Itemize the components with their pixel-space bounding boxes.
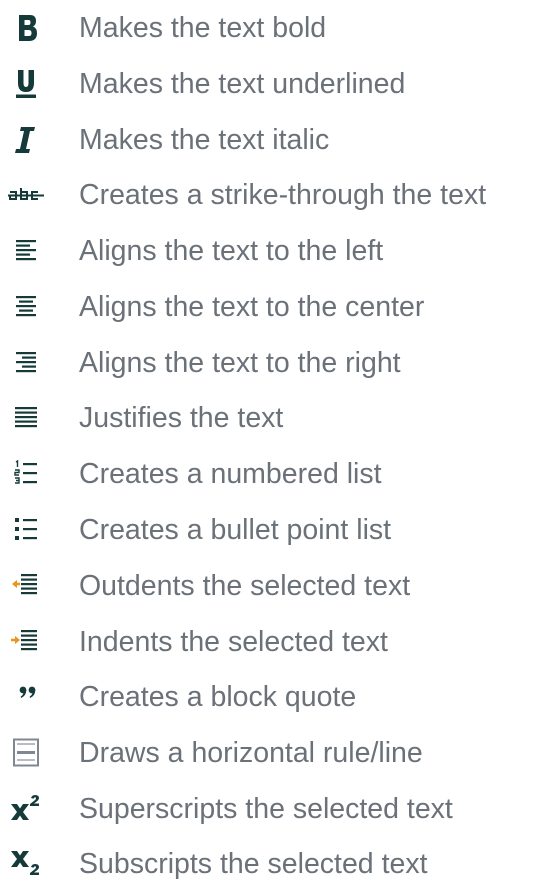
legend-row-outdent: Outdents the selected text bbox=[0, 564, 539, 608]
strikethrough-icon bbox=[8, 178, 44, 212]
legend-row-align-right: Aligns the text to the right bbox=[0, 341, 539, 385]
outdent-icon bbox=[8, 569, 44, 603]
legend-row-underline: Makes the text underlined bbox=[0, 62, 539, 106]
legend-row-horizontal-rule: Draws a horizontal rule/line bbox=[0, 731, 539, 775]
legend-label: Justifies the text bbox=[79, 402, 284, 434]
legend-row-bold: Makes the text bold bbox=[0, 6, 539, 50]
legend-label: Aligns the text to the center bbox=[79, 291, 425, 323]
bullet-list-icon bbox=[8, 513, 44, 547]
legend-row-justify: Justifies the text bbox=[0, 396, 539, 440]
underline-icon bbox=[8, 67, 44, 101]
align-left-icon bbox=[8, 234, 44, 268]
legend-row-superscript: Superscripts the selected text bbox=[0, 787, 539, 831]
legend-label: Creates a strike-through the text bbox=[79, 179, 487, 211]
legend-label: Superscripts the selected text bbox=[79, 793, 453, 825]
blockquote-icon bbox=[8, 680, 44, 714]
legend-label: Indents the selected text bbox=[79, 626, 388, 658]
legend-row-bullet-list: Creates a bullet point list bbox=[0, 508, 539, 552]
legend-label: Subscripts the selected text bbox=[79, 848, 428, 880]
legend-row-indent: Indents the selected text bbox=[0, 620, 539, 664]
legend-row-blockquote: Creates a block quote bbox=[0, 675, 539, 719]
italic-icon bbox=[8, 123, 44, 157]
legend-label: Makes the text underlined bbox=[79, 68, 406, 100]
legend-row-align-left: Aligns the text to the left bbox=[0, 229, 539, 273]
legend-label: Makes the text bold bbox=[79, 12, 327, 44]
indent-icon bbox=[8, 625, 44, 659]
justify-icon bbox=[8, 401, 44, 435]
legend-label: Creates a block quote bbox=[79, 681, 357, 713]
legend-row-strikethrough: Creates a strike-through the text bbox=[0, 173, 539, 217]
legend-label: Makes the text italic bbox=[79, 124, 330, 156]
horizontal-rule-icon bbox=[8, 736, 44, 770]
numbered-list-icon bbox=[8, 457, 44, 491]
legend-label: Creates a bullet point list bbox=[79, 514, 392, 546]
legend-row-align-center: Aligns the text to the center bbox=[0, 285, 539, 329]
legend-label: Aligns the text to the right bbox=[79, 347, 401, 379]
legend-row-subscript: Subscripts the selected text bbox=[0, 842, 539, 886]
subscript-icon bbox=[8, 847, 44, 881]
align-center-icon bbox=[8, 290, 44, 324]
legend-row-numbered-list: Creates a numbered list bbox=[0, 452, 539, 496]
legend-label: Creates a numbered list bbox=[79, 458, 382, 490]
superscript-icon bbox=[8, 792, 44, 826]
align-right-icon bbox=[8, 346, 44, 380]
legend-label: Aligns the text to the left bbox=[79, 235, 384, 267]
legend-label: Draws a horizontal rule/line bbox=[79, 737, 423, 769]
legend-label: Outdents the selected text bbox=[79, 570, 411, 602]
bold-icon bbox=[8, 11, 44, 45]
legend-row-italic: Makes the text italic bbox=[0, 118, 539, 162]
